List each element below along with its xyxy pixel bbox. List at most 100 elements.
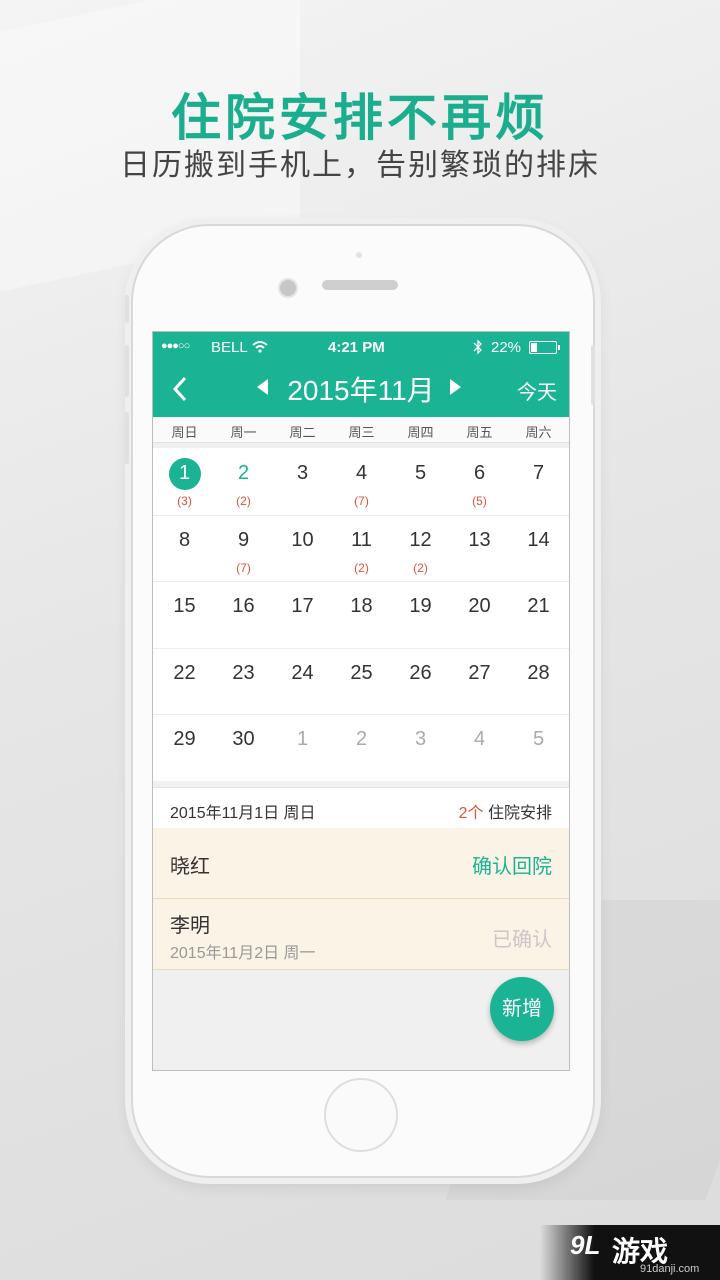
calendar-day[interactable]: 14	[509, 515, 568, 581]
month-title: 2015年11月	[287, 375, 435, 406]
calendar-day[interactable]: 2 (2)	[214, 448, 273, 514]
day-number: 9	[237, 529, 250, 551]
calendar-day[interactable]: 12 (2)	[391, 515, 450, 581]
calendar-day[interactable]: 8	[155, 515, 214, 581]
weekday-label: 周一	[230, 425, 257, 440]
day-number: 6	[473, 462, 486, 484]
prev-month-icon[interactable]	[257, 379, 268, 395]
calendar-day[interactable]: 13	[450, 515, 509, 581]
weekday-label: 周二	[289, 425, 316, 440]
home-button[interactable]	[324, 1078, 398, 1152]
day-number: 22	[173, 662, 196, 684]
patient-date: 2015年11月2日 周一	[170, 945, 316, 962]
phone-power-button	[591, 345, 595, 405]
day-number: 10	[291, 529, 314, 551]
day-number: 5	[532, 728, 545, 750]
calendar-day[interactable]: 22	[155, 648, 214, 714]
calendar-day[interactable]: 11 (2)	[332, 515, 391, 581]
day-number: 15	[173, 595, 196, 617]
calendar-day[interactable]: 5	[509, 714, 568, 780]
calendar-day[interactable]: 2	[332, 714, 391, 780]
bluetooth-icon	[473, 339, 482, 355]
calendar-day[interactable]: 20	[450, 581, 509, 647]
calendar-day[interactable]: 4	[450, 714, 509, 780]
calendar-day[interactable]: 27	[450, 648, 509, 714]
calendar-day[interactable]: 28	[509, 648, 568, 714]
admission-count-number: 2个	[458, 805, 484, 822]
calendar-day[interactable]: 23	[214, 648, 273, 714]
calendar-day[interactable]: 3	[391, 714, 450, 780]
calendar-day[interactable]: 7	[509, 448, 568, 514]
day-number: 21	[527, 595, 550, 617]
day-number: 30	[232, 728, 255, 750]
calendar-day[interactable]: 17	[273, 581, 332, 647]
calendar-day[interactable]: 3	[273, 448, 332, 514]
calendar-day[interactable]: 26	[391, 648, 450, 714]
app-screen: ●●●○○ BELL 4:21 PM 22% 2015年11月 今天 周日 周一…	[152, 331, 570, 1071]
phone-volume-up	[125, 345, 129, 397]
proximity-sensor	[356, 252, 362, 258]
calendar-day[interactable]: 25	[332, 648, 391, 714]
calendar-day[interactable]: 29	[155, 714, 214, 780]
day-number: 29	[173, 728, 196, 750]
calendar-day[interactable]: 18	[332, 581, 391, 647]
day-number: 11	[351, 529, 372, 551]
calendar-day[interactable]: 16	[214, 581, 273, 647]
day-number: 2	[237, 462, 250, 484]
day-number: 12	[409, 529, 432, 551]
calendar-day[interactable]: 1 (3)	[155, 448, 214, 514]
day-number: 14	[527, 529, 550, 551]
phone-mute-switch	[125, 295, 129, 323]
watermark: 9L 游戏 91danji.com	[540, 1225, 720, 1280]
weekday-label: 周四	[407, 425, 434, 440]
calendar-day[interactable]: 30	[214, 714, 273, 780]
earpiece-speaker	[322, 280, 398, 290]
calendar-day[interactable]: 9 (7)	[214, 515, 273, 581]
clock: 4:21 PM	[328, 339, 385, 356]
day-admission-count: (7)	[236, 561, 251, 575]
calendar-day[interactable]: 4 (7)	[332, 448, 391, 514]
day-number: 17	[291, 595, 314, 617]
day-number: 27	[468, 662, 491, 684]
day-admission-count: (2)	[413, 561, 428, 575]
calendar-day[interactable]: 6 (5)	[450, 448, 509, 514]
next-month-icon[interactable]	[450, 379, 461, 395]
weekday-label: 周六	[525, 425, 552, 440]
list-item[interactable]: 李明 2015年11月2日 周一 已确认	[153, 899, 569, 970]
day-number: 16	[232, 595, 255, 617]
day-admission-count: (2)	[354, 561, 369, 575]
calendar-day[interactable]: 5	[391, 448, 450, 514]
selected-date: 2015年11月1日 周日	[170, 805, 316, 822]
list-item[interactable]: 晓红 确认回院	[153, 828, 569, 899]
today-button[interactable]: 今天	[517, 376, 557, 405]
day-number: 3	[296, 462, 309, 484]
day-number: 7	[532, 462, 545, 484]
day-number: 5	[414, 462, 427, 484]
wifi-icon	[252, 341, 268, 353]
day-admission-count: (3)	[177, 494, 192, 508]
day-admission-count: (2)	[236, 494, 251, 508]
calendar-day[interactable]: 24	[273, 648, 332, 714]
day-number: 4	[473, 728, 486, 750]
patient-name: 晓红	[170, 856, 210, 878]
day-number: 20	[468, 595, 491, 617]
add-button[interactable]: 新增	[490, 977, 554, 1041]
calendar-day[interactable]: 10	[273, 515, 332, 581]
back-icon[interactable]	[167, 374, 195, 404]
day-number: 4	[355, 462, 368, 484]
calendar-grid: 1 (3) 2 (2) 3 4 (7) 5 6 (5) 7 8 9 (7) 10 11 (2) 12 (2) 13 14…	[153, 448, 569, 781]
confirm-return-button[interactable]: 确认回院	[472, 850, 552, 879]
day-number: 25	[350, 662, 373, 684]
admission-count: 2个 住院安排	[459, 799, 552, 823]
day-number: 8	[178, 529, 191, 551]
battery-percent: 22%	[491, 339, 522, 356]
day-number: 1	[178, 462, 191, 484]
day-number: 2	[355, 728, 368, 750]
day-number: 18	[350, 595, 373, 617]
calendar-day[interactable]: 1	[273, 714, 332, 780]
confirmed-status: 已确认	[492, 929, 552, 951]
calendar-day[interactable]: 15	[155, 581, 214, 647]
phone-volume-down	[125, 412, 129, 464]
calendar-day[interactable]: 19	[391, 581, 450, 647]
calendar-day[interactable]: 21	[509, 581, 568, 647]
